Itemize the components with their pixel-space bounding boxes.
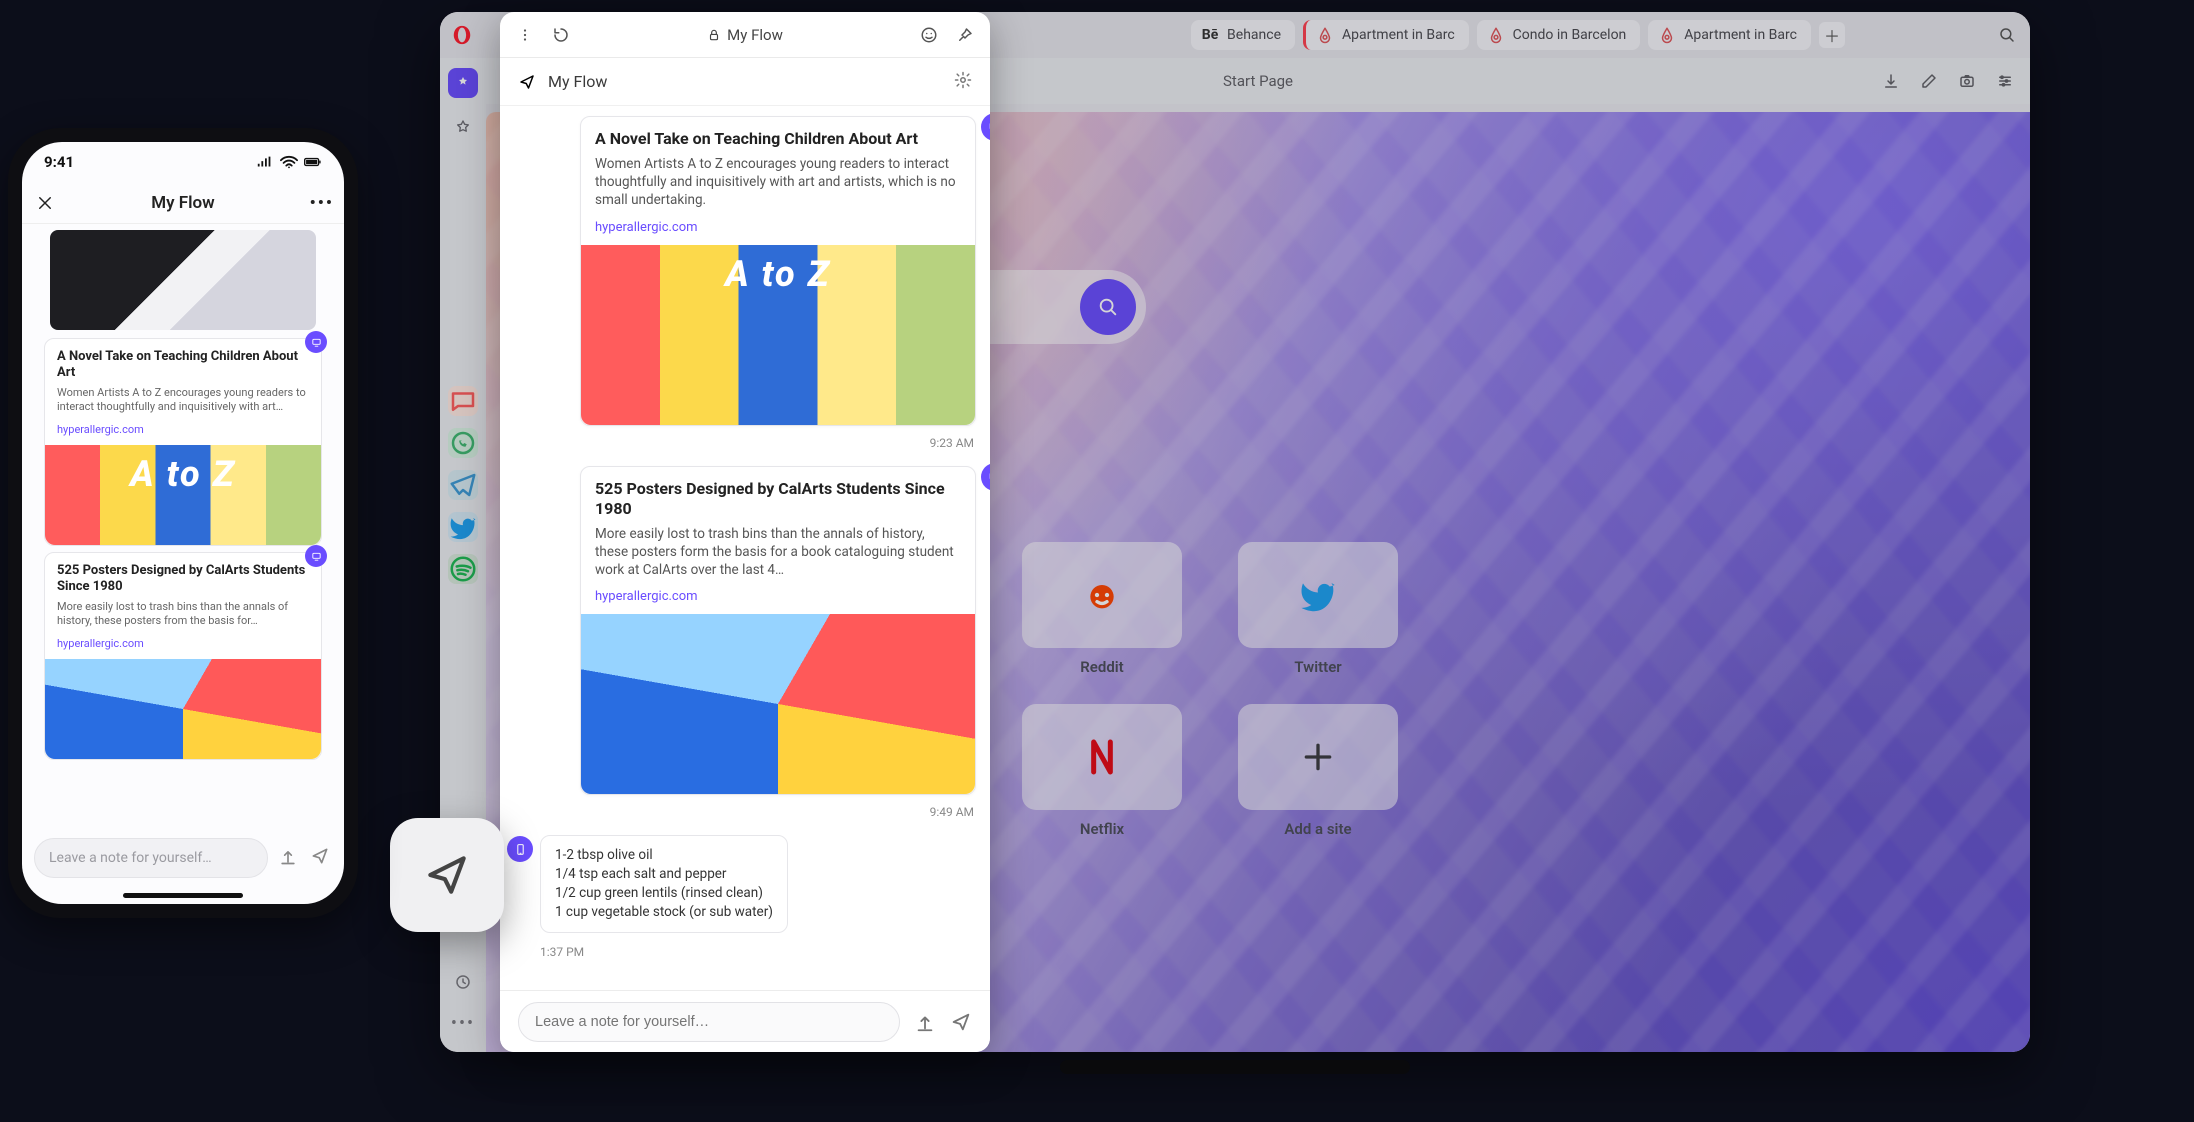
card-source-link[interactable]: hyperallergic.com [57, 637, 144, 650]
laptop-base [1060, 1060, 1410, 1074]
phone-device: 9:41 My Flow ••• A Novel Take on Teachin… [8, 128, 358, 918]
card-desc: More easily lost to trash bins than the … [57, 600, 309, 629]
panel-input-row [500, 990, 990, 1052]
phone-home-indicator[interactable] [22, 886, 344, 904]
phone-preview-image [50, 230, 316, 330]
panel-note-input[interactable] [518, 1002, 900, 1042]
battery-icon [304, 155, 322, 169]
phone-header: My Flow ••• [22, 182, 344, 224]
panel-settings-icon[interactable] [954, 71, 972, 93]
card-source-link[interactable]: hyperallergic.com [595, 220, 698, 235]
panel-header-title: My Flow [548, 72, 607, 91]
note-line: 1/4 tsp each salt and pepper [555, 865, 773, 884]
card-title: 525 Posters Designed by CalArts Students… [595, 479, 961, 519]
card-preview-image [45, 445, 321, 545]
card-preview-image [581, 614, 975, 794]
phone-input-row: Leave a note for yourself… [22, 830, 344, 886]
source-desktop-icon [305, 545, 327, 567]
phone-flow-card[interactable]: A Novel Take on Teaching Children About … [44, 338, 322, 546]
myflow-panel: My Flow My Flow A Novel Take on Teaching… [500, 12, 990, 1052]
source-desktop-icon [981, 463, 990, 491]
phone-flow-card[interactable]: 525 Posters Designed by CalArts Students… [44, 552, 322, 760]
card-timestamp: 9:49 AM [582, 805, 974, 819]
source-phone-icon [507, 836, 533, 862]
card-desc: More easily lost to trash bins than the … [595, 525, 961, 580]
lock-icon [707, 28, 721, 42]
phone-send-icon[interactable] [310, 846, 332, 870]
panel-upload-icon[interactable] [914, 1011, 936, 1033]
note-timestamp: 1:37 PM [540, 945, 976, 959]
phone-time: 9:41 [44, 153, 74, 171]
wifi-icon [280, 155, 298, 169]
source-desktop-icon [981, 113, 990, 141]
card-source-link[interactable]: hyperallergic.com [57, 423, 144, 436]
panel-address-title: My Flow [727, 26, 783, 44]
phone-close-button[interactable] [30, 188, 60, 218]
note-line: 1 cup vegetable stock (or sub water) [555, 903, 773, 922]
card-title: 525 Posters Designed by CalArts Students… [57, 563, 309, 596]
panel-header: My Flow [500, 58, 990, 106]
card-title: A Novel Take on Teaching Children About … [595, 129, 961, 149]
panel-body: A Novel Take on Teaching Children About … [500, 106, 990, 990]
flow-note-card[interactable]: 1-2 tbsp olive oil 1/4 tsp each salt and… [540, 835, 788, 933]
card-timestamp: 9:23 AM [582, 436, 974, 450]
flow-card[interactable]: A Novel Take on Teaching Children About … [580, 116, 976, 426]
phone-body: A Novel Take on Teaching Children About … [22, 224, 344, 830]
flow-card[interactable]: 525 Posters Designed by CalArts Students… [580, 466, 976, 796]
panel-topbar: My Flow [500, 12, 990, 58]
source-desktop-icon [305, 331, 327, 353]
card-source-link[interactable]: hyperallergic.com [595, 589, 698, 604]
panel-send-icon[interactable] [950, 1011, 972, 1033]
card-desc: Women Artists A to Z encourages young re… [57, 386, 309, 415]
phone-note-input[interactable]: Leave a note for yourself… [34, 838, 268, 878]
phone-upload-icon[interactable] [278, 846, 300, 870]
phone-screen: 9:41 My Flow ••• A Novel Take on Teachin… [22, 142, 344, 904]
card-preview-image [45, 659, 321, 759]
note-line: 1/2 cup green lentils (rinsed clean) [555, 884, 773, 903]
card-preview-image [581, 245, 975, 425]
signal-icon [256, 155, 274, 169]
phone-more-button[interactable]: ••• [310, 193, 334, 213]
card-title: A Novel Take on Teaching Children About … [57, 349, 309, 382]
phone-header-title: My Flow [151, 193, 214, 213]
myflow-app-icon [390, 818, 504, 932]
flow-send-icon [518, 73, 536, 91]
card-desc: Women Artists A to Z encourages young re… [595, 155, 961, 210]
note-line: 1-2 tbsp olive oil [555, 846, 773, 865]
phone-statusbar: 9:41 [22, 142, 344, 182]
